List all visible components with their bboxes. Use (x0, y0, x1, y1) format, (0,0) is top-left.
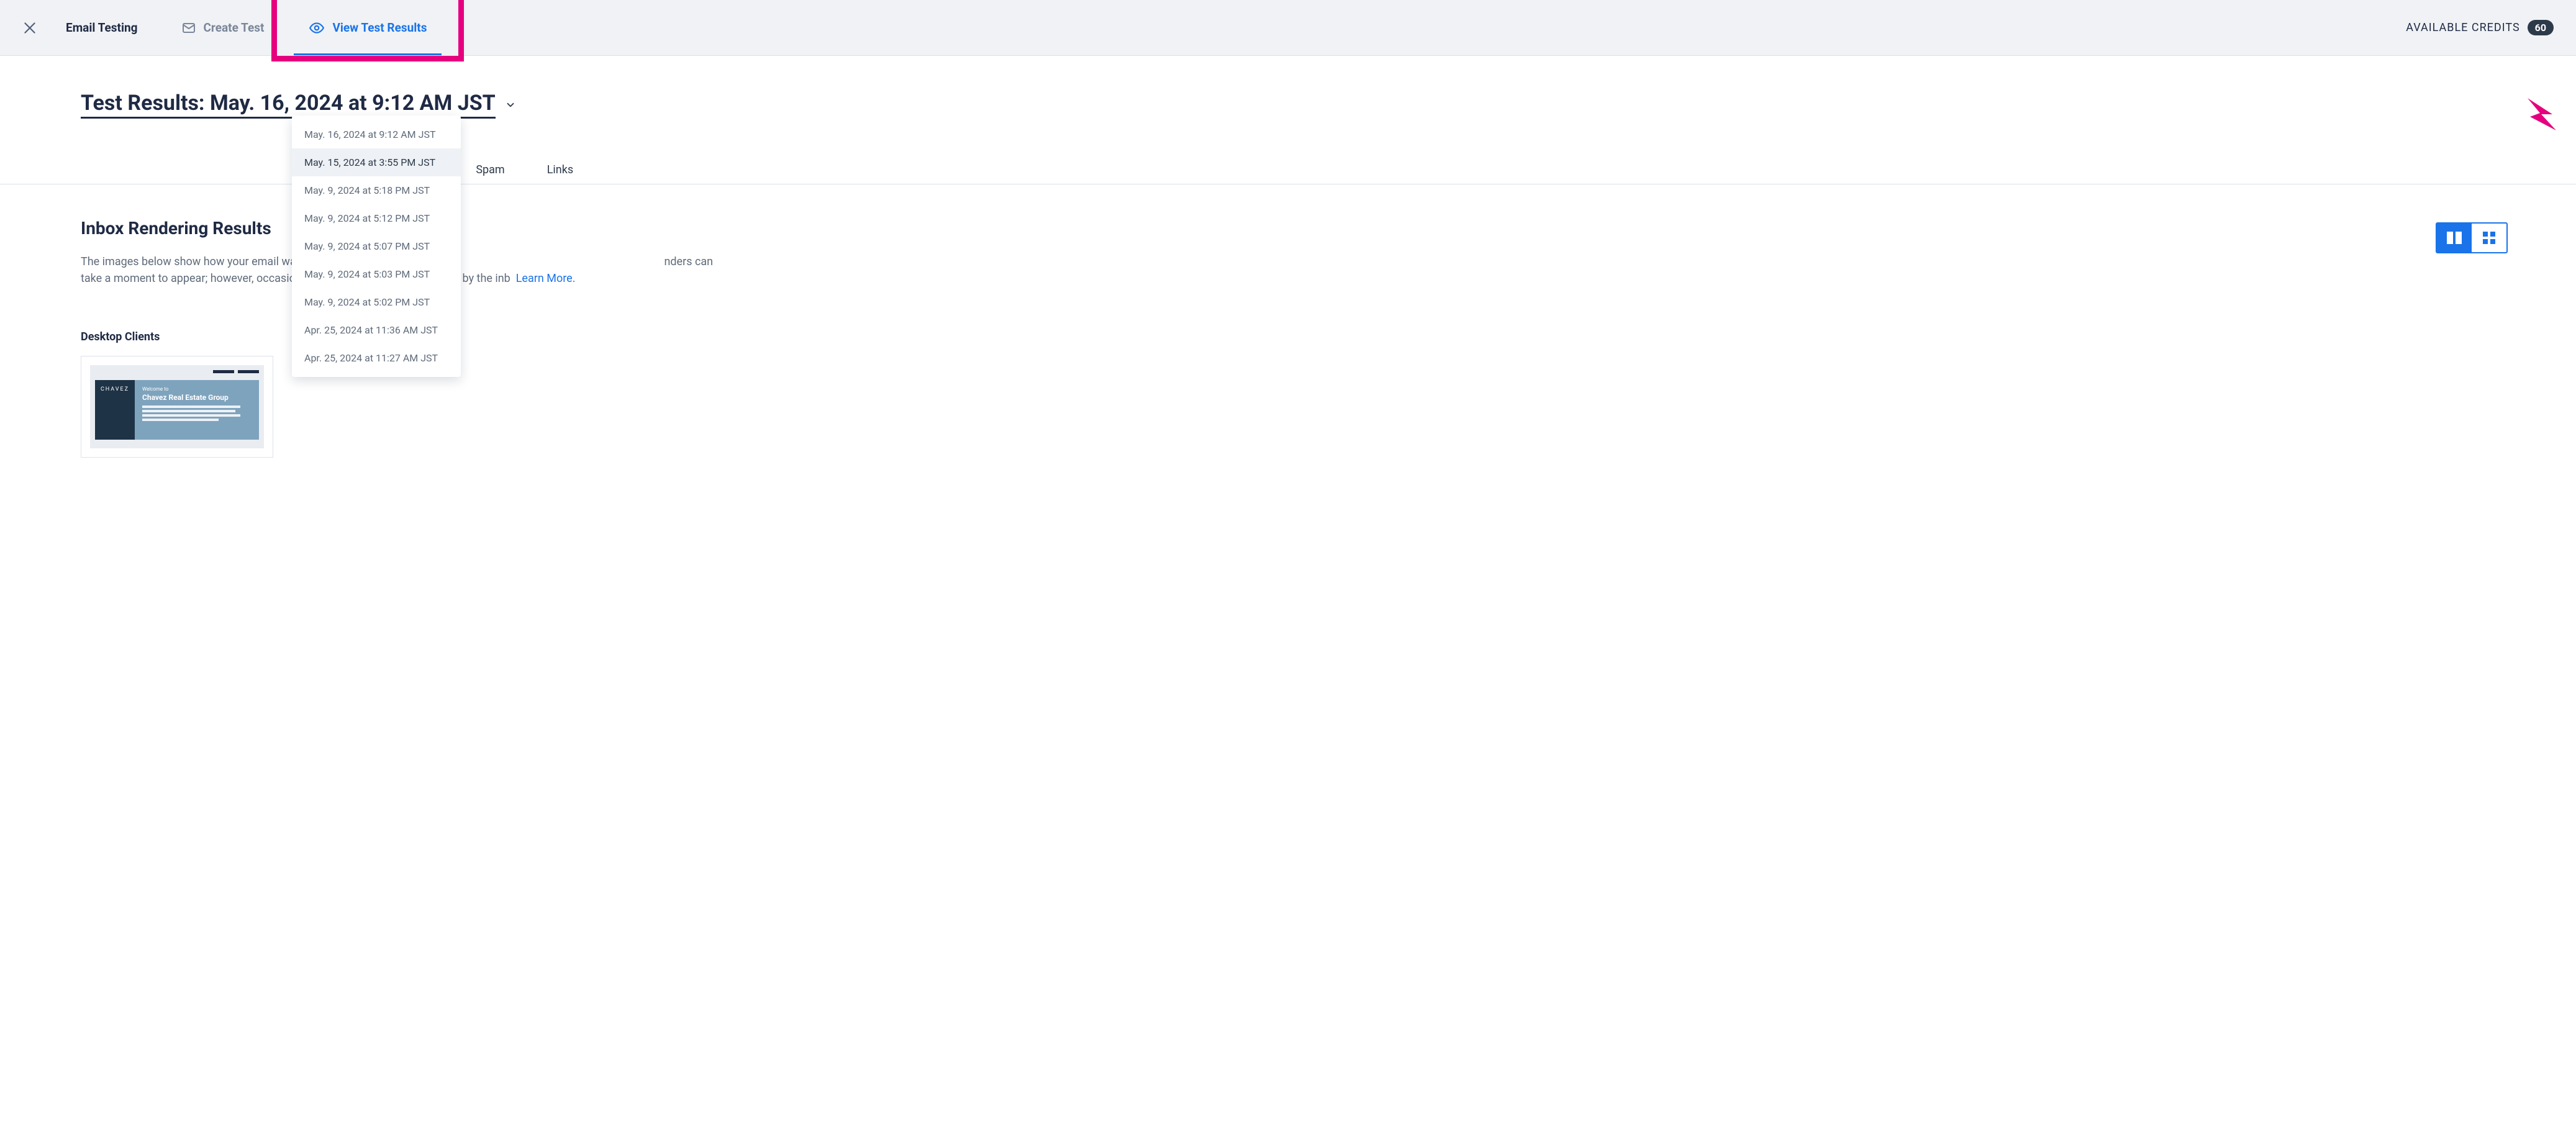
dropdown-item[interactable]: May. 9, 2024 at 5:12 PM JST (292, 204, 461, 232)
header-bar: Email Testing Create Test View Test Resu… (0, 0, 2576, 56)
render-preview-thumbnail: CHAVEZ Welcome to Chavez Real Estate Gro… (90, 365, 264, 448)
dropdown-item[interactable]: May. 9, 2024 at 5:18 PM JST (292, 176, 461, 204)
mail-icon (181, 20, 196, 35)
dropdown-item[interactable]: May. 9, 2024 at 5:07 PM JST (292, 232, 461, 260)
close-button[interactable] (0, 0, 60, 55)
dropdown-item[interactable]: May. 9, 2024 at 5:03 PM JST (292, 260, 461, 288)
grid-icon (2482, 230, 2497, 245)
dropdown-item[interactable]: May. 16, 2024 at 9:12 AM JST (292, 120, 461, 148)
dropdown-item[interactable]: May. 9, 2024 at 5:02 PM JST (292, 288, 461, 316)
close-icon (22, 20, 38, 36)
tab-view-label: View Test Results (332, 20, 427, 35)
tab-create-label: Create Test (204, 20, 265, 35)
render-preview-card[interactable]: CHAVEZ Welcome to Chavez Real Estate Gro… (81, 356, 273, 458)
available-credits: AVAILABLE CREDITS 60 (2393, 0, 2566, 55)
page-title: Test Results: May. 16, 2024 at 9:12 AM J… (81, 91, 496, 119)
eye-icon (309, 20, 325, 36)
title-dropdown-trigger[interactable]: Test Results: May. 16, 2024 at 9:12 AM J… (81, 91, 2533, 119)
learn-more-link[interactable]: Learn More. (516, 272, 576, 285)
tab-view-results[interactable]: View Test Results (286, 0, 449, 55)
preview-brand: CHAVEZ (95, 380, 135, 440)
test-run-dropdown[interactable]: May. 16, 2024 at 9:12 AM JSTMay. 15, 202… (292, 116, 461, 377)
dropdown-item[interactable]: May. 15, 2024 at 3:55 PM JST (292, 148, 461, 176)
brand-title: Email Testing (60, 0, 159, 55)
main-content: Test Results: May. 16, 2024 at 9:12 AM J… (0, 56, 2576, 483)
header-tabs: Create Test View Test Results (159, 0, 450, 55)
preview-welcome: Welcome to (142, 386, 252, 392)
credits-label: AVAILABLE CREDITS (2406, 21, 2519, 34)
dropdown-item[interactable]: Apr. 25, 2024 at 11:27 AM JST (292, 344, 461, 372)
view-mode-columns[interactable] (2437, 224, 2472, 252)
subtab-spam[interactable]: Spam (467, 156, 513, 184)
columns-icon (2446, 230, 2463, 245)
subtab-links[interactable]: Links (538, 156, 582, 184)
credits-value-badge: 60 (2528, 20, 2554, 35)
view-mode-grid[interactable] (2472, 224, 2506, 252)
view-mode-toggle (2436, 222, 2508, 253)
tab-create-test[interactable]: Create Test (159, 0, 287, 55)
chevron-down-icon (502, 96, 519, 114)
preview-headline: Chavez Real Estate Group (142, 393, 252, 402)
dropdown-item[interactable]: Apr. 25, 2024 at 11:36 AM JST (292, 316, 461, 344)
